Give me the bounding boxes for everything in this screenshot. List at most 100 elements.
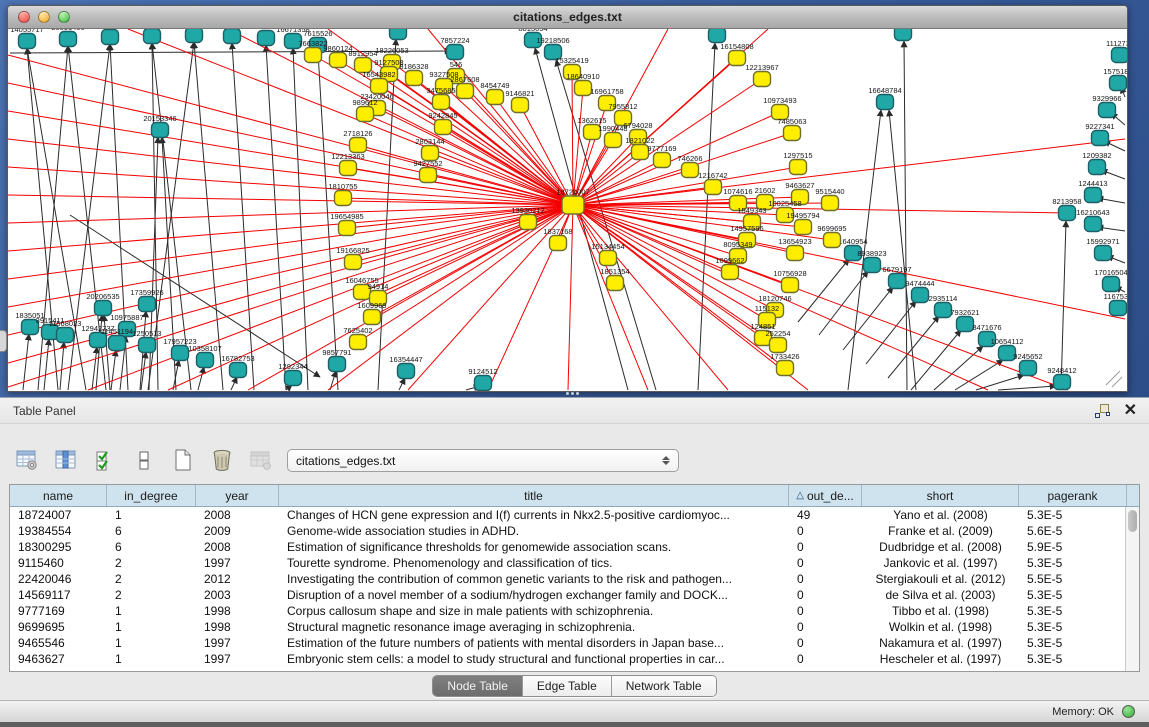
graph-node[interactable] (420, 168, 437, 183)
graph-node[interactable] (406, 71, 423, 86)
graph-node[interactable] (19, 34, 36, 49)
network-window-titlebar[interactable]: citations_edges.txt (8, 6, 1127, 29)
cell-short[interactable]: Dudbridge et al. (2008) (862, 539, 1019, 555)
graph-node[interactable] (912, 288, 929, 303)
cell-year[interactable]: 1997 (196, 651, 279, 667)
graph-node[interactable] (877, 95, 894, 110)
tab-edge-table[interactable]: Edge Table (523, 676, 612, 696)
canvas-resize-grip[interactable] (1106, 371, 1120, 385)
cell-in-degree[interactable]: 1 (107, 603, 196, 619)
cell-pagerank[interactable]: 5.6E-5 (1019, 523, 1127, 539)
cell-name[interactable]: 9115460 (10, 555, 107, 571)
graph-node[interactable] (822, 196, 839, 211)
graph-node[interactable] (889, 274, 906, 289)
graph-node[interactable] (95, 301, 112, 316)
table-row[interactable]: 1872400712008Changes of HCN gene express… (10, 507, 1139, 523)
graph-node[interactable] (340, 161, 357, 176)
graph-node[interactable] (1112, 48, 1128, 63)
cell-out-de-[interactable]: 0 (789, 635, 862, 651)
graph-node[interactable] (562, 196, 584, 214)
table-scrollbar[interactable] (1125, 507, 1139, 671)
graph-node[interactable] (777, 361, 794, 376)
column-header-short[interactable]: short (862, 485, 1019, 506)
graph-node[interactable] (139, 338, 156, 353)
graph-node[interactable] (512, 98, 529, 113)
graph-node[interactable] (345, 255, 362, 270)
table-row[interactable]: 977716911998Corpus callosum shape and si… (10, 603, 1139, 619)
graph-node[interactable] (605, 133, 622, 148)
column-header-year[interactable]: year (196, 485, 279, 506)
graph-node[interactable] (782, 278, 799, 293)
cell-name[interactable]: 9777169 (10, 603, 107, 619)
graph-node[interactable] (607, 276, 624, 291)
graph-node[interactable] (329, 357, 346, 372)
cell-out-de-[interactable]: 49 (789, 507, 862, 523)
cell-title[interactable]: Tourette syndrome. Phenomenology and cla… (279, 555, 789, 571)
cell-pagerank[interactable]: 5.3E-5 (1019, 635, 1127, 651)
cell-in-degree[interactable]: 2 (107, 571, 196, 587)
graph-node[interactable] (152, 123, 169, 138)
cell-name[interactable]: 19384554 (10, 523, 107, 539)
cell-short[interactable]: de Silva et al. (2003) (862, 587, 1019, 603)
graph-node[interactable] (350, 335, 367, 350)
graph-node[interactable] (790, 160, 807, 175)
graph-node[interactable] (575, 81, 592, 96)
graph-node[interactable] (433, 95, 450, 110)
graph-node[interactable] (335, 191, 352, 206)
cell-year[interactable]: 1998 (196, 619, 279, 635)
sidebar-collapse-handle[interactable] (0, 330, 7, 352)
cell-in-degree[interactable]: 1 (107, 619, 196, 635)
column-header-pagerank[interactable]: pagerank (1019, 485, 1127, 506)
cell-name[interactable]: 9463627 (10, 651, 107, 667)
cell-short[interactable]: Stergiakouli et al. (2012) (862, 571, 1019, 587)
table-row[interactable]: 1456911722003Disruption of a novel membe… (10, 587, 1139, 603)
cell-title[interactable]: Corpus callosum shape and size in male p… (279, 603, 789, 619)
graph-node[interactable] (102, 30, 119, 45)
cell-title[interactable]: Estimation of the future numbers of pati… (279, 635, 789, 651)
graph-node[interactable] (224, 29, 241, 44)
graph-node[interactable] (600, 251, 617, 266)
show-columns-button[interactable] (53, 447, 79, 473)
graph-node[interactable] (824, 233, 841, 248)
cell-out-de-[interactable]: 0 (789, 571, 862, 587)
cell-out-de-[interactable]: 0 (789, 539, 862, 555)
cell-out-de-[interactable]: 0 (789, 587, 862, 603)
select-all-button[interactable] (92, 447, 118, 473)
tab-node-table[interactable]: Node Table (433, 676, 523, 696)
delete-column-button[interactable] (209, 447, 235, 473)
cell-name[interactable]: 18724007 (10, 507, 107, 523)
cell-year[interactable]: 1998 (196, 603, 279, 619)
graph-node[interactable] (682, 163, 699, 178)
cell-in-degree[interactable]: 1 (107, 507, 196, 523)
cell-title[interactable]: Changes of HCN gene expression and I(f) … (279, 507, 789, 523)
cell-pagerank[interactable]: 5.3E-5 (1019, 587, 1127, 603)
graph-node[interactable] (895, 29, 912, 41)
table-selector-dropdown[interactable]: citations_edges.txt (287, 449, 679, 472)
cell-title[interactable]: Structural magnetic resonance image aver… (279, 619, 789, 635)
tab-network-table[interactable]: Network Table (612, 676, 716, 696)
cell-in-degree[interactable]: 1 (107, 651, 196, 667)
table-row[interactable]: 946554611997Estimation of the future num… (10, 635, 1139, 651)
graph-node[interactable] (754, 72, 771, 87)
cell-in-degree[interactable]: 6 (107, 523, 196, 539)
column-header-title[interactable]: title (279, 485, 789, 506)
cell-name[interactable]: 18300295 (10, 539, 107, 555)
graph-node[interactable] (550, 236, 567, 251)
cell-name[interactable]: 9699695 (10, 619, 107, 635)
graph-node[interactable] (1020, 361, 1037, 376)
table-row[interactable]: 946362711997Embryonic stem cells: a mode… (10, 651, 1139, 667)
cell-short[interactable]: Yano et al. (2008) (862, 507, 1019, 523)
cell-title[interactable]: Embryonic stem cells: a model to study s… (279, 651, 789, 667)
graph-node[interactable] (109, 336, 126, 351)
new-column-button[interactable] (170, 447, 196, 473)
table-row[interactable]: 1938455462009Genome-wide association stu… (10, 523, 1139, 539)
cell-year[interactable]: 1997 (196, 555, 279, 571)
graph-node[interactable] (935, 303, 952, 318)
graph-node[interactable] (784, 126, 801, 141)
cell-year[interactable]: 2009 (196, 523, 279, 539)
cell-pagerank[interactable]: 5.3E-5 (1019, 507, 1127, 523)
cell-pagerank[interactable]: 5.5E-5 (1019, 571, 1127, 587)
cell-short[interactable]: Nakamura et al. (1997) (862, 635, 1019, 651)
graph-node[interactable] (795, 220, 812, 235)
cell-name[interactable]: 14569117 (10, 587, 107, 603)
